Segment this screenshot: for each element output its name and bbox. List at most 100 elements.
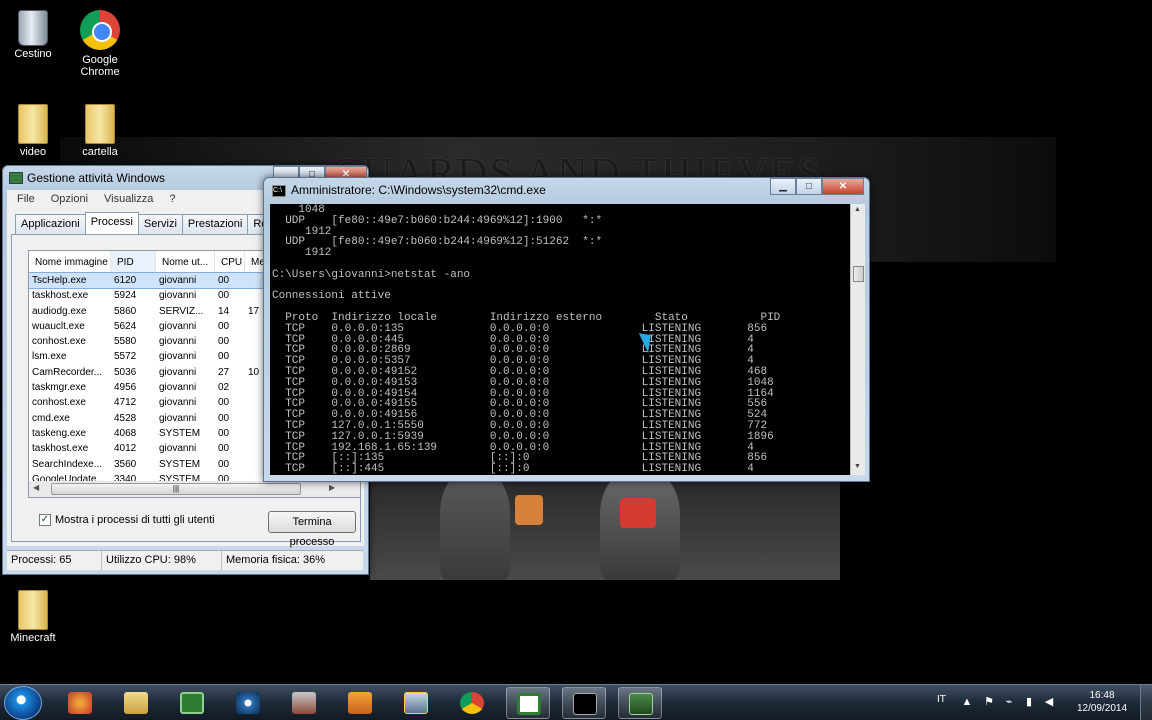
desktop-icon-label: Cestino [14,48,52,60]
clock-time: 16:48 [1089,690,1115,701]
folder-icon [18,104,48,144]
column-header-name[interactable]: Nome immagine [29,251,111,272]
show-desktop-button[interactable] [1140,685,1152,720]
clock[interactable]: 16:48 12/09/2014 [1066,689,1138,715]
process-cell-user: SYSTEM [159,458,201,470]
process-cell-user: giovanni [159,382,197,394]
horizontal-scrollbar[interactable]: ◀ ||| ▶ [28,481,361,498]
taskmgr-icon [629,693,653,715]
process-cell-name: wuauclt.exe [32,320,85,332]
process-cell-cpu: 00 [218,336,230,348]
desktop-icon-label: Minecraft [10,632,56,644]
wallpaper-figure [440,470,510,580]
taskbar-button-chrome[interactable] [450,687,494,719]
process-cell-name: taskhost.exe [32,290,89,302]
process-cell-mem [245,457,265,472]
process-cell-mem [245,441,265,456]
process-cell-user: giovanni [159,336,197,348]
process-cell-name: SearchIndexe... [32,458,103,470]
process-cell-mem [245,411,265,426]
scrollbar-thumb[interactable]: ||| [51,483,301,495]
process-cell-cpu: 00 [218,351,230,363]
process-cell-mem [245,273,265,288]
taskbar-button-media-player[interactable] [338,687,382,719]
explorer-folder-icon [124,692,148,714]
scroll-right-icon[interactable]: ▶ [329,483,335,492]
flag-icon[interactable]: ⚑ [982,695,996,709]
column-header-cpu[interactable]: CPU [215,251,245,272]
show-all-processes-checkbox[interactable]: ✓ [39,514,51,526]
column-header-memory[interactable]: Me [245,251,265,272]
end-process-button[interactable]: Termina processo [268,511,356,548]
process-cell-user: giovanni [159,290,197,302]
taskbar-button-minecraft-launcher[interactable] [170,687,214,719]
scroll-up-icon[interactable]: ▲ [854,206,861,213]
maximize-button[interactable]: □ [796,178,822,195]
clock-date: 12/09/2014 [1076,703,1128,714]
desktop-icon-cartella[interactable]: cartella [67,104,133,158]
process-cell-user: SERVIZ... [159,305,204,317]
column-header-pid[interactable]: PID [111,251,156,272]
show-hidden-icons-icon[interactable]: ▲ [960,695,974,709]
process-cell-pid: 5036 [114,366,137,378]
process-cell-user: SYSTEM [159,427,201,439]
tab-processi[interactable]: Processi [84,212,139,234]
taskbar-button-media[interactable] [226,687,270,719]
volume-icon[interactable]: ◀ [1042,695,1056,709]
menu-file[interactable]: File [9,193,43,205]
command-prompt-window[interactable]: C:\ Amministratore: C:\Windows\system32\… [263,177,870,482]
window-title: Gestione attività Windows [27,171,166,185]
process-cell-cpu: 00 [218,427,230,439]
desktop-icon-chrome[interactable]: Google Chrome [67,10,133,78]
process-cell-user: giovanni [159,351,197,363]
tab-prestazioni[interactable]: Prestazioni [181,214,249,234]
process-cell-mem [245,349,265,364]
recycle-bin-icon [18,10,48,46]
taskbar-button-toolbox[interactable] [282,687,326,719]
process-cell-user: giovanni [159,443,197,455]
folder-icon [18,590,48,630]
chrome-icon [80,10,120,50]
taskbar-button-explorer[interactable] [114,687,158,719]
start-orb-icon[interactable] [4,686,42,720]
close-button[interactable]: ✕ [822,178,864,195]
chrome-icon [460,692,484,714]
console-output-area[interactable]: 1048 UDP [fe80::49e7:b060:b244:4969%12]:… [270,204,850,475]
process-cell-name: taskmgr.exe [32,382,86,394]
menu-opzioni[interactable]: Opzioni [43,193,96,205]
taskbar-button-cmd[interactable] [562,687,606,719]
process-cell-mem [245,334,265,349]
desktop-icon-label: cartella [82,146,118,158]
scroll-down-icon[interactable]: ▼ [854,463,861,470]
desktop-icon-recycle-bin[interactable]: Cestino [0,8,66,60]
power-icon[interactable]: ⌁ [1002,695,1016,709]
taskbar-button-mozilla[interactable] [58,687,102,719]
tab-applicazioni[interactable]: Applicazioni [15,214,86,234]
taskbar-button-minecraft[interactable] [506,687,550,719]
column-header-user[interactable]: Nome ut... [156,251,215,272]
process-cell-mem [245,288,265,303]
wallpaper-dynamite [515,495,543,525]
process-cell-user: giovanni [159,275,197,286]
network-icon[interactable]: ▮ [1022,695,1036,709]
desktop-icon-video[interactable]: video [0,104,66,158]
minimize-button[interactable]: ▁ [770,178,796,195]
language-indicator[interactable]: IT [937,694,946,708]
taskbar-button-recorder[interactable] [394,687,438,719]
process-cell-mem [245,380,265,395]
menu-help[interactable]: ? [161,193,183,205]
scroll-left-icon[interactable]: ◀ [33,483,39,492]
process-cell-name: taskeng.exe [32,427,86,439]
vertical-scrollbar[interactable]: ▲ ▼ [850,204,865,475]
process-cell-user: giovanni [159,412,197,424]
process-cell-user: giovanni [159,397,197,409]
process-cell-name: TscHelp.exe [32,275,87,286]
process-cell-cpu: 00 [218,397,230,409]
wallpaper-dynamite [620,498,656,528]
process-cell-mem [245,426,265,441]
scrollbar-thumb[interactable] [853,266,864,282]
desktop-icon-minecraft[interactable]: Minecraft [0,590,66,644]
menu-visualizza[interactable]: Visualizza [96,193,161,205]
taskbar-button-taskmgr[interactable] [618,687,662,719]
tab-servizi[interactable]: Servizi [137,214,183,234]
